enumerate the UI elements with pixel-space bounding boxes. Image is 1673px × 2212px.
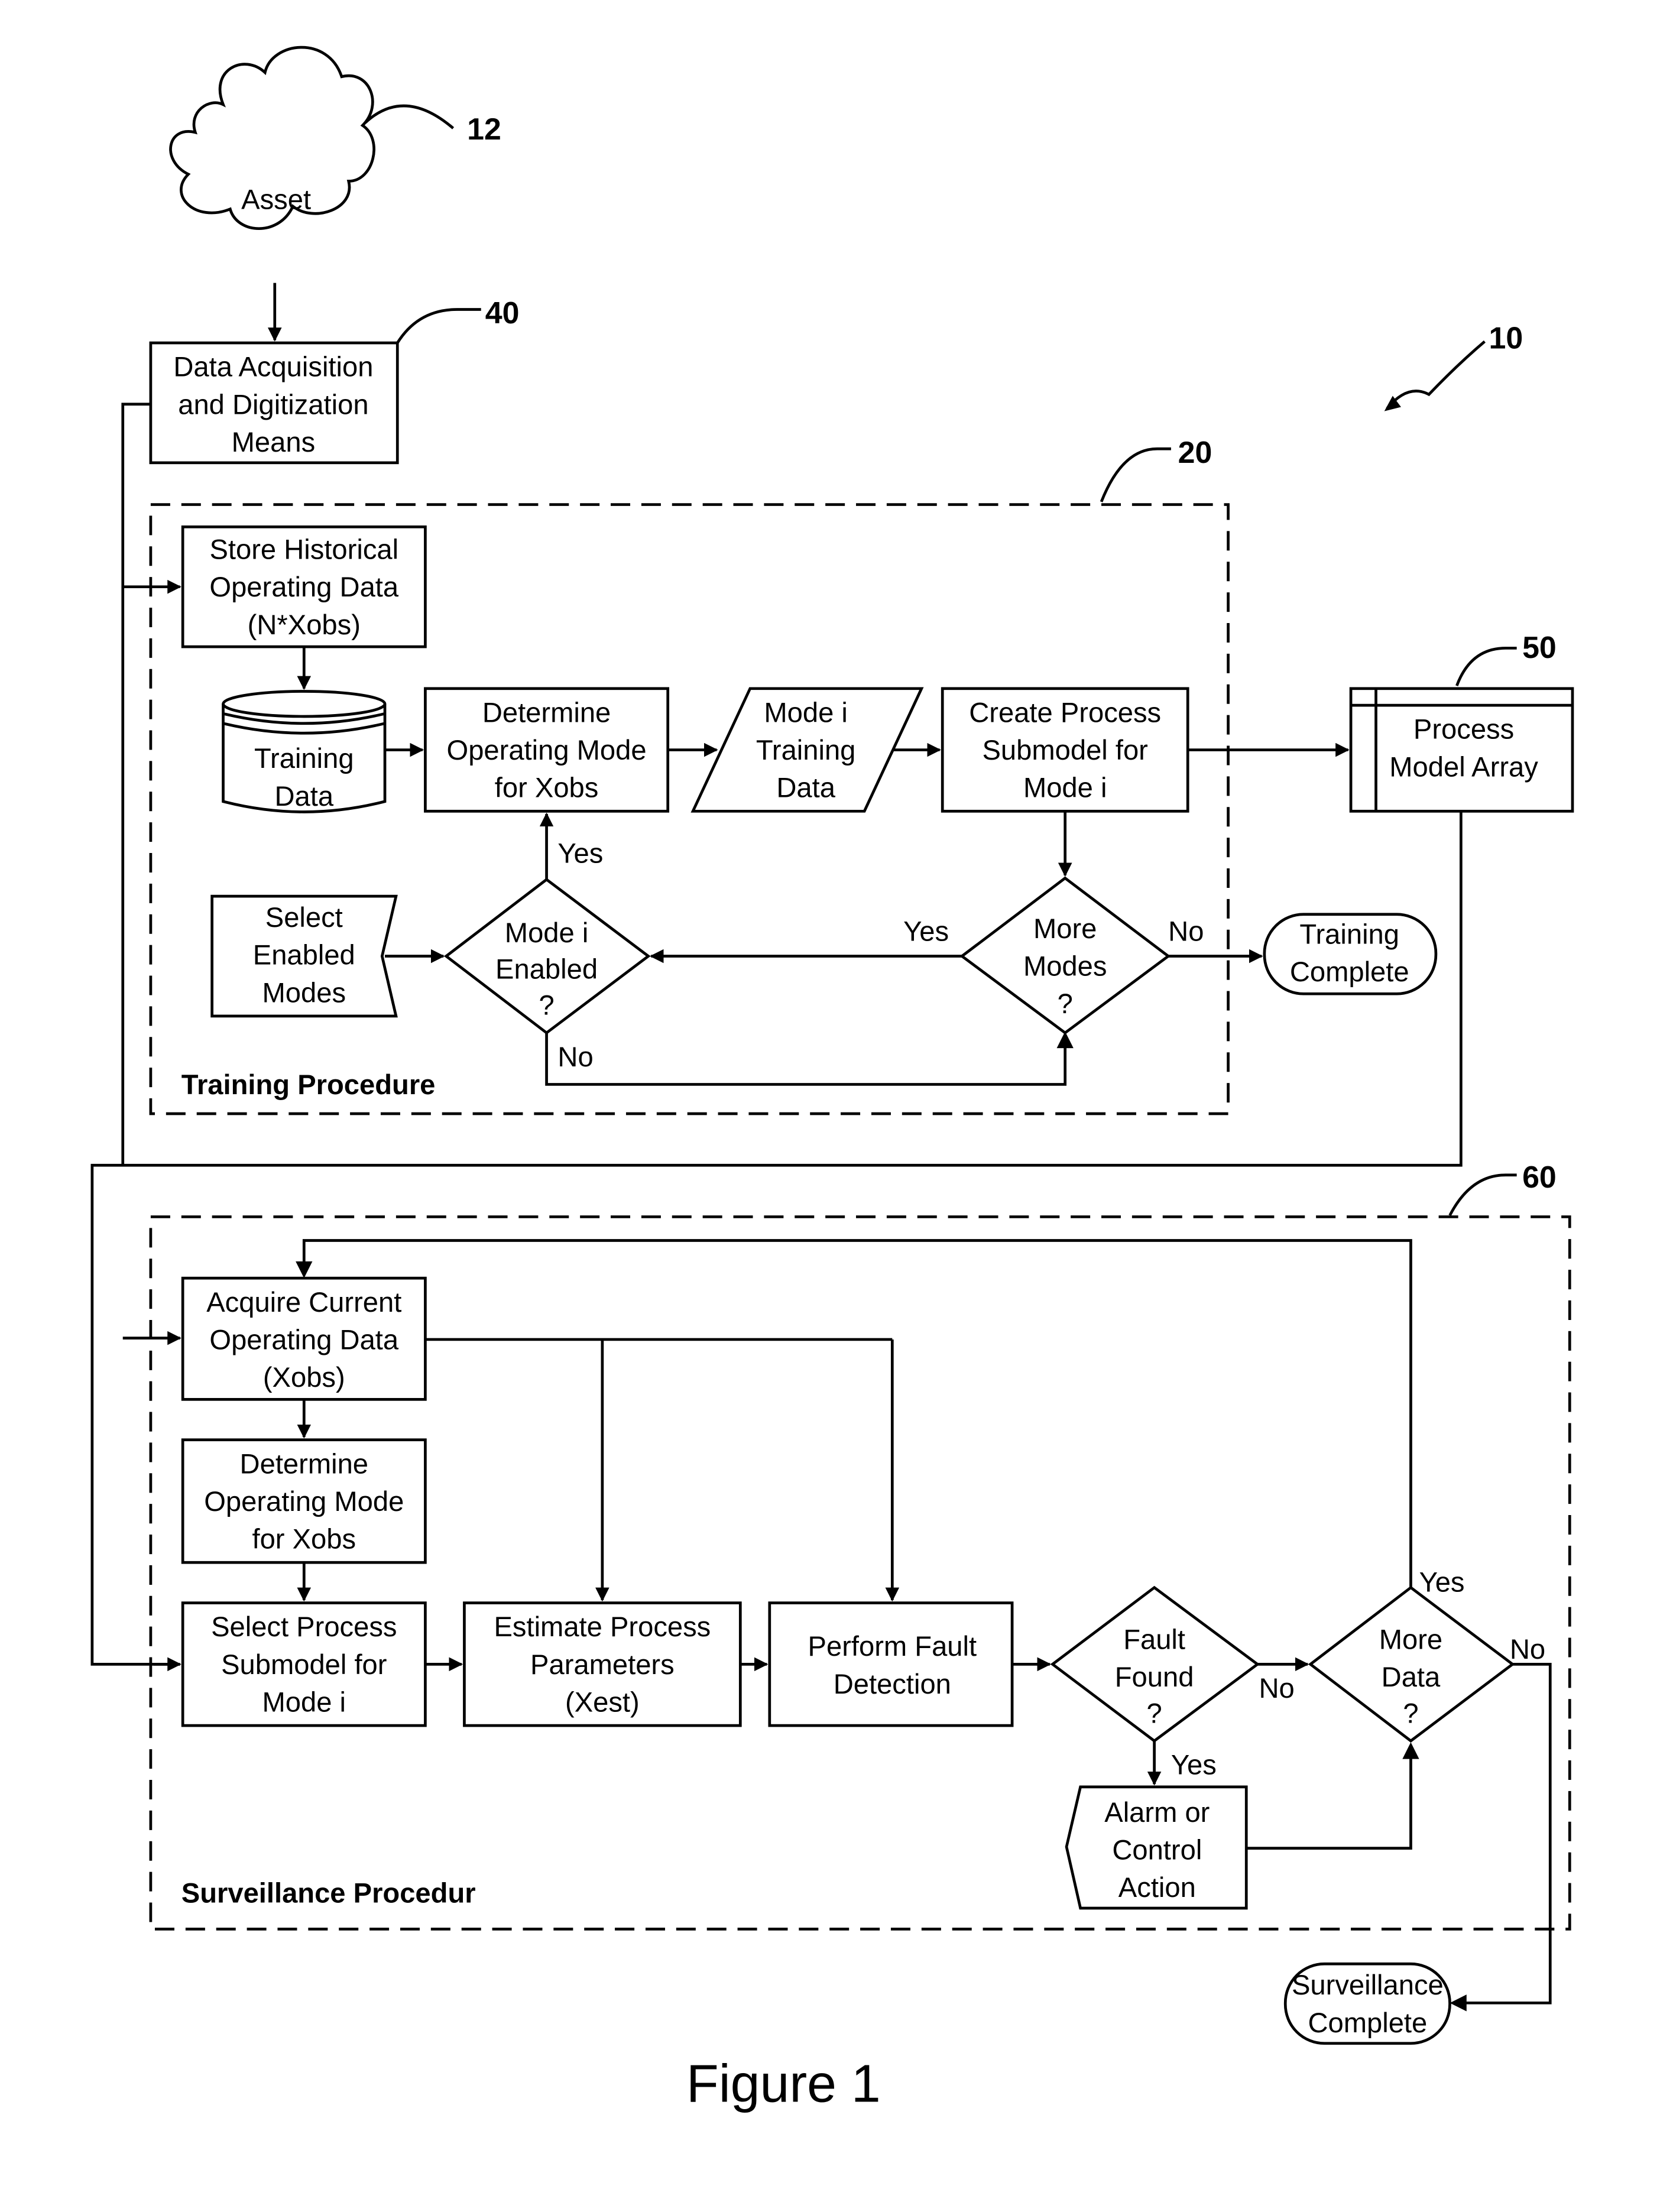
alarm-action-box: Alarm or Control Action [1065,1785,1248,1910]
db-line-2: Data [274,780,333,812]
training-determine-mode-box: Determine Operating Mode for Xobs [424,687,670,813]
est-line-2: Parameters [530,1649,675,1680]
tdet-line-3: for Xobs [495,772,599,803]
acq-cur-line-2: Operating Data [209,1324,398,1355]
acq-cur-line-3: (Xobs) [263,1361,345,1393]
men-line-2: Enabled [495,953,598,984]
alarm-line-3: Action [1118,1872,1196,1903]
create-line-2: Submodel for [983,734,1148,766]
enabled-no-label: No [557,1041,593,1072]
tdet-line-1: Determine [482,696,611,728]
md-line-3: ? [1403,1697,1418,1728]
more-modes-decision: More Modes ? [959,876,1171,1035]
store-line-3: (N*Xobs) [248,609,361,640]
store-line-1: Store Historical [209,534,398,565]
mm-line-1: More [1033,913,1097,944]
fault-detection-box: Perform Fault Detection [768,1601,1014,1727]
training-data-database: Training Data [222,690,387,813]
ref-10-pointer [1386,340,1486,410]
data-acquisition-box: Data Acquisition and Digitization Means … [149,296,520,465]
ff-line-1: Fault [1123,1623,1185,1655]
ref-50: 50 [1522,630,1557,664]
more-data-no-label: No [1510,1633,1545,1665]
ff-line-3: ? [1146,1697,1162,1728]
mtd-line-3: Data [776,772,835,803]
mm-line-2: Modes [1023,951,1107,982]
ssel-line-1: Select Process [211,1611,397,1642]
array-line-1: Process [1413,713,1514,745]
sdet-line-1: Determine [240,1448,368,1479]
more-data-decision: More Data ? [1308,1585,1515,1743]
sdet-line-2: Operating Mode [204,1486,404,1517]
select-submodel-box: Select Process Submodel for Mode i [181,1601,427,1727]
acq-line-3: Means [232,426,316,458]
sel-line-2: Enabled [253,939,355,971]
acq-line-1: Data Acquisition [173,351,373,382]
surveillance-title: Surveillance Procedur [181,1877,476,1909]
men-line-3: ? [539,990,554,1021]
mode-enabled-decision: Mode i Enabled ? [443,877,651,1035]
acquire-current-box: Acquire Current Operating Data (Xobs) [181,1276,427,1401]
create-line-1: Create Process [969,696,1161,728]
training-title: Training Procedure [181,1069,436,1100]
more-modes-yes-label: Yes [903,916,949,947]
md-line-2: Data [1382,1661,1441,1692]
tc-line-1: Training [1299,918,1399,949]
ref-40: 40 [485,296,520,330]
ref-20: 20 [1178,435,1212,469]
more-modes-no-label: No [1168,916,1204,947]
flowchart: Asset 12 Data Acquisition and Digitizati… [90,46,1574,2113]
sc-line-1: Surveillance [1292,1969,1444,2000]
acq-line-2: and Digitization [178,388,368,420]
ssel-line-3: Mode i [262,1686,346,1718]
tc-line-2: Complete [1290,956,1409,987]
create-submodel-box: Create Process Submodel for Mode i [941,687,1189,813]
fault-found-decision: Fault Found ? [1050,1585,1260,1743]
ff-line-2: Found [1115,1661,1194,1692]
men-line-1: Mode i [505,917,589,948]
ref-60: 60 [1522,1160,1557,1194]
enabled-yes-label: Yes [557,838,603,869]
sdet-line-3: for Xobs [252,1523,356,1555]
create-line-3: Mode i [1023,772,1107,803]
acq-cur-line-1: Acquire Current [206,1286,401,1318]
mm-line-3: ? [1058,988,1073,1019]
store-historical-box: Store Historical Operating Data (N*Xobs) [181,525,427,648]
fault-yes-label: Yes [1171,1749,1217,1780]
sel-line-3: Modes [262,977,346,1008]
est-line-1: Estimate Process [494,1611,711,1642]
select-enabled-modes: Select Enabled Modes [210,894,398,1018]
store-line-2: Operating Data [209,571,398,602]
md-line-1: More [1379,1623,1442,1655]
array-line-2: Model Array [1389,751,1538,782]
alarm-line-2: Control [1112,1834,1202,1865]
fd-line-1: Perform Fault [808,1630,977,1662]
tdet-line-2: Operating Mode [447,734,647,766]
ref-12: 12 [467,112,501,146]
fault-no-label: No [1259,1672,1294,1704]
mode-training-data: Mode i Training Data [690,687,924,813]
mtd-line-2: Training [756,734,856,766]
estimate-parameters-box: Estimate Process Parameters (Xest) [463,1601,742,1727]
more-data-yes-label: Yes [1419,1566,1465,1598]
db-line-1: Training [254,742,354,774]
ssel-line-2: Submodel for [221,1649,387,1680]
asset-cloud: Asset 12 [169,46,501,231]
training-complete-terminal: Training Complete [1263,913,1438,995]
alarm-line-1: Alarm or [1104,1796,1210,1828]
ref-10: 10 [1489,320,1523,355]
asset-label: Asset [241,184,311,215]
figure-caption: Figure 1 [686,2054,881,2113]
surveillance-determine-mode-box: Determine Operating Mode for Xobs [181,1438,427,1564]
sc-line-2: Complete [1308,2007,1427,2038]
sel-line-1: Select [265,901,343,933]
mtd-line-1: Mode i [764,696,848,728]
fd-line-2: Detection [834,1668,951,1699]
est-line-3: (Xest) [565,1686,640,1718]
surveillance-complete-terminal: Surveillance Complete [1283,1962,1451,2045]
process-model-array: Process Model Array 50 [1349,630,1574,813]
